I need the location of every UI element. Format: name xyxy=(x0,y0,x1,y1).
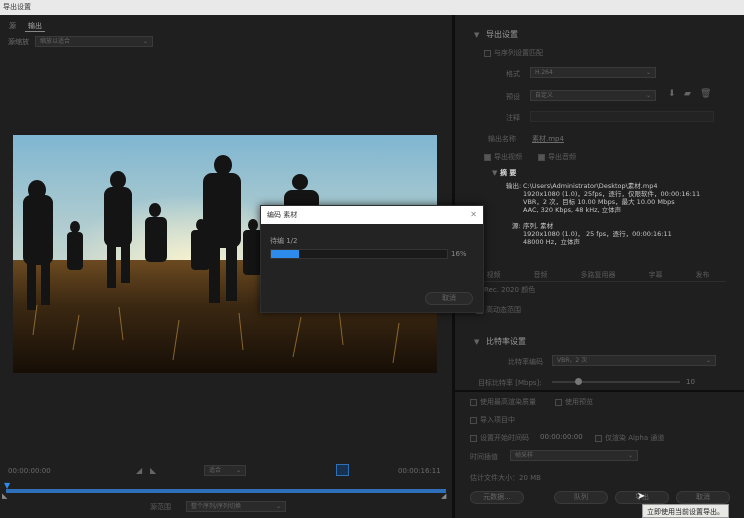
encoding-status: 待编 1/2 xyxy=(270,237,298,245)
export-tooltip: 立即使用当前设置导出。 xyxy=(642,504,729,518)
queue-button[interactable]: 队列 xyxy=(554,491,608,504)
comment-input[interactable] xyxy=(530,111,714,122)
comment-label: 注释 xyxy=(506,114,520,122)
time-interpolation-dropdown[interactable]: 帧采样 ⌄ xyxy=(510,450,638,461)
chevron-down-icon: ⌄ xyxy=(645,69,651,76)
close-icon[interactable]: ✕ xyxy=(470,206,477,224)
rec2020-label: Rec. 2020 颜色 xyxy=(484,286,536,294)
bitrate-settings-title: 比特率设置 xyxy=(486,337,526,346)
in-point-icon[interactable]: ◣ xyxy=(2,492,7,500)
import-project-checkbox[interactable]: 导入项目中 xyxy=(470,415,515,425)
out-point-icon[interactable]: ◢ xyxy=(441,492,446,500)
tab-source[interactable]: 源 xyxy=(6,20,19,32)
encoding-dialog: 编码 素材 ✕ 待编 1/2 16% 取消 xyxy=(260,205,484,313)
source-scaling-row: 源缩放 缩放以适合 ⌄ xyxy=(8,36,153,47)
summary-title: 摘 要 xyxy=(500,169,517,177)
import-preset-icon[interactable]: ▰ xyxy=(684,89,691,99)
bitrate-encoding-label: 比特率编码 xyxy=(508,358,543,366)
tab-multiplexer[interactable]: 多路复用器 xyxy=(581,268,616,281)
export-audio-checkbox[interactable]: 导出音频 xyxy=(538,152,576,162)
render-alpha-checkbox[interactable]: 仅渲染 Alpha 通道 xyxy=(595,433,664,443)
output-name-link[interactable]: 素材.mp4 xyxy=(532,134,564,144)
chevron-down-icon: ⌄ xyxy=(627,452,633,459)
tab-audio[interactable]: 音频 xyxy=(534,268,548,281)
source-range-label: 源范围 xyxy=(150,503,171,511)
source-scaling-label: 源缩放 xyxy=(8,37,29,46)
preset-label: 预设 xyxy=(506,93,520,101)
mouse-cursor-icon: ➤ xyxy=(637,491,646,502)
target-bitrate-value: 10 xyxy=(686,378,695,386)
summary-output: C:\Users\Administrator\Desktop\素材.mp4 19… xyxy=(523,182,701,214)
progress-fill xyxy=(271,250,300,258)
progress-percent: 16% xyxy=(451,250,467,258)
output-name-label: 输出名称 xyxy=(488,135,516,143)
safe-margin-icon[interactable] xyxy=(336,464,349,476)
cancel-button[interactable]: 取消 xyxy=(676,491,730,504)
chevron-down-icon: ⌄ xyxy=(142,38,148,45)
section-divider xyxy=(455,390,744,392)
max-quality-checkbox[interactable]: 使用最高渲染质量 xyxy=(470,397,536,407)
slider-thumb[interactable] xyxy=(575,378,582,385)
collapse-icon[interactable]: ▼ xyxy=(474,31,479,39)
export-video-checkbox[interactable]: 导出视频 xyxy=(484,152,522,162)
preset-dropdown[interactable]: 自定义 ⌄ xyxy=(530,90,656,101)
format-label: 格式 xyxy=(506,70,520,78)
bitrate-encoding-dropdown[interactable]: VBR，2 次 ⌄ xyxy=(552,355,716,366)
dialog-title-bar: 编码 素材 ✕ xyxy=(261,206,483,224)
summary-source: 序列, 素材 1920x1080 (1.0)， 25 fps，逐行，00:00:… xyxy=(523,222,672,246)
estimated-size-label: 估计文件大小：20 MB xyxy=(470,474,541,482)
start-timecode-value[interactable]: 00:00:00:00 xyxy=(540,433,583,441)
chevron-down-icon: ⌄ xyxy=(275,503,281,510)
timeline-end-time: 00:00:16:11 xyxy=(398,467,441,475)
time-interpolation-label: 时间插值 xyxy=(470,453,498,461)
dialog-title: 编码 素材 xyxy=(267,211,298,219)
delete-preset-icon[interactable]: 🗑 xyxy=(700,89,711,99)
save-preset-icon[interactable]: ⬇ xyxy=(668,89,676,99)
summary-output-label: 输出: xyxy=(506,182,522,190)
chevron-down-icon: ⌄ xyxy=(705,357,711,364)
settings-tabs: 视频 音频 多路复用器 字幕 发布 xyxy=(470,268,726,282)
playhead-icon[interactable]: ▼ xyxy=(4,481,10,490)
tab-publish[interactable]: 发布 xyxy=(696,268,710,281)
summary-collapse-icon[interactable]: ▼ xyxy=(492,169,497,177)
target-bitrate-slider[interactable] xyxy=(552,381,680,383)
preview-tabs: 源 输出 xyxy=(0,20,45,32)
fit-dropdown[interactable]: 适合 ⌄ xyxy=(204,465,246,476)
window-title: 导出设置 xyxy=(0,0,744,15)
source-scaling-dropdown[interactable]: 缩放以适合 ⌄ xyxy=(35,36,153,47)
timeline-start-time: 00:00:00:00 xyxy=(8,467,51,475)
tab-video[interactable]: 视频 xyxy=(487,268,501,281)
dialog-cancel-button[interactable]: 取消 xyxy=(425,292,473,305)
use-preview-checkbox[interactable]: 使用预览 xyxy=(555,397,593,407)
chevron-down-icon: ⌄ xyxy=(645,92,651,99)
start-timecode-checkbox[interactable]: 设置开始时间码 xyxy=(470,433,529,443)
mark-in-icon[interactable]: ◢ xyxy=(136,466,142,475)
timeline-range-bar[interactable] xyxy=(6,489,446,493)
tab-output[interactable]: 输出 xyxy=(25,20,45,32)
format-dropdown[interactable]: H.264 ⌄ xyxy=(530,67,656,78)
tab-captions[interactable]: 字幕 xyxy=(649,268,663,281)
summary-source-label: 源: xyxy=(512,222,521,230)
bitrate-collapse-icon[interactable]: ▼ xyxy=(474,338,479,346)
chevron-down-icon: ⌄ xyxy=(235,467,241,474)
encoding-progress-bar xyxy=(270,249,448,259)
mark-out-icon[interactable]: ◣ xyxy=(150,466,156,475)
metadata-button[interactable]: 元数据... xyxy=(470,491,524,504)
target-bitrate-label: 目标比特率 [Mbps]: xyxy=(478,379,542,387)
export-settings-title: 导出设置 xyxy=(486,30,518,39)
source-range-dropdown[interactable]: 整个序列/序列切换 ⌄ xyxy=(186,501,286,512)
match-sequence-checkbox[interactable]: 与序列设置匹配 xyxy=(484,48,543,58)
